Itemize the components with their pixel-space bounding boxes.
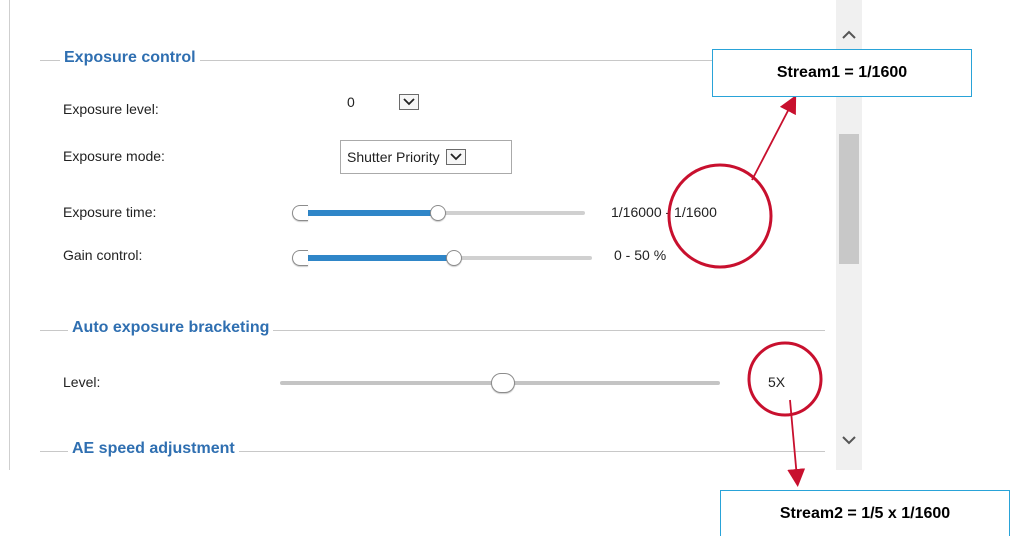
exposure-level-label: Exposure level: bbox=[63, 101, 159, 117]
exposure-level-value: 0 bbox=[347, 94, 355, 110]
section-auto-exposure-bracketing: Auto exposure bracketing bbox=[40, 319, 825, 341]
callout-stream2: Stream2 = 1/5 x 1/1600 bbox=[720, 490, 1010, 536]
gain-control-readout: 0 - 50 % bbox=[614, 247, 667, 263]
exposure-level-select[interactable]: 0 bbox=[340, 89, 426, 115]
section-title-exposure-control: Exposure control bbox=[60, 49, 200, 67]
bracketing-level-label: Level: bbox=[63, 374, 101, 390]
gain-control-max-handle[interactable] bbox=[446, 250, 462, 266]
chevron-down-icon[interactable] bbox=[836, 430, 862, 450]
chevron-up-icon[interactable] bbox=[836, 24, 862, 44]
chevron-down-icon[interactable] bbox=[399, 94, 419, 110]
gain-control-fill bbox=[300, 255, 453, 261]
annotation-arrow-stream2 bbox=[787, 399, 806, 487]
exposure-time-min-handle[interactable] bbox=[292, 205, 308, 221]
exposure-time-readout: 1/16000 - 1/1600 bbox=[611, 204, 717, 220]
section-ae-speed-adjustment: AE speed adjustment bbox=[40, 440, 825, 462]
exposure-mode-select[interactable]: Shutter Priority bbox=[340, 140, 512, 174]
exposure-mode-value: Shutter Priority bbox=[347, 149, 440, 165]
exposure-time-label: Exposure time: bbox=[63, 204, 157, 220]
annotation-arrow-stream1 bbox=[751, 95, 797, 181]
left-border bbox=[9, 0, 10, 470]
section-title-auto-exposure-bracketing: Auto exposure bracketing bbox=[68, 319, 274, 337]
callout-stream1: Stream1 = 1/1600 bbox=[712, 49, 972, 97]
gain-control-min-handle[interactable] bbox=[292, 250, 308, 266]
section-title-ae-speed-adjustment: AE speed adjustment bbox=[68, 440, 239, 458]
bracketing-level-handle[interactable] bbox=[491, 373, 515, 393]
gain-control-label: Gain control: bbox=[63, 247, 143, 263]
exposure-mode-label: Exposure mode: bbox=[63, 148, 165, 164]
exposure-time-fill bbox=[300, 210, 438, 216]
chevron-down-icon[interactable] bbox=[445, 149, 466, 165]
scrollbar-thumb[interactable] bbox=[839, 134, 859, 264]
bracketing-level-readout: 5X bbox=[768, 374, 786, 390]
exposure-time-max-handle[interactable] bbox=[430, 205, 446, 221]
